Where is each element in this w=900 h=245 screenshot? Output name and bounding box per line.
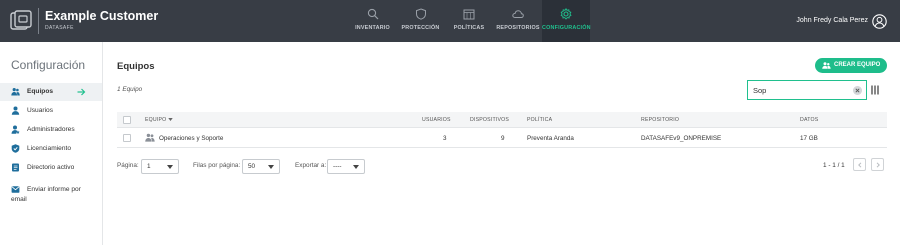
- record-count: 1 Equipo: [117, 86, 143, 93]
- export-select-value: ----: [333, 163, 342, 170]
- page-label: Página:: [117, 162, 139, 169]
- calendar-icon: [463, 9, 475, 20]
- nav-tab-configuracion[interactable]: CONFIGURACIÓN: [542, 0, 591, 42]
- nav-tab-inventario[interactable]: INVENTARIO: [344, 0, 401, 42]
- sidebar-item-enviar-informe[interactable]: Enviar informe por email: [0, 182, 102, 210]
- create-team-label: CREAR EQUIPO: [834, 62, 881, 68]
- column-header-repositorio[interactable]: REPOSITORIO: [641, 117, 679, 123]
- clear-search-icon[interactable]: [853, 86, 862, 95]
- table-header: EQUIPO USUARIOS DISPOSITIVOS POLÍTICA RE…: [117, 112, 887, 128]
- gear-icon: [560, 8, 572, 20]
- chevron-left-icon: [858, 162, 862, 168]
- sidebar-item-label: Administradores: [27, 126, 75, 133]
- sidebar-item-licenciamiento[interactable]: Licenciamiento: [0, 140, 102, 158]
- page-select-value: 1: [147, 163, 151, 170]
- column-header-equipo[interactable]: EQUIPO: [145, 117, 166, 123]
- nav-tab-proteccion[interactable]: PROTECCIÓN: [401, 0, 440, 42]
- nav-tab-label: POLÍTICAS: [453, 25, 485, 31]
- nav-tab-label: PROTECCIÓN: [401, 25, 440, 31]
- nav-tab-label: REPOSITORIOS: [496, 25, 540, 31]
- cell-datos: 17 GB: [800, 135, 818, 142]
- team-icon: [11, 88, 20, 96]
- admin-icon: [11, 125, 20, 134]
- rows-per-page-select[interactable]: 50: [242, 159, 280, 174]
- export-label: Exportar a:: [295, 162, 327, 169]
- license-icon: [11, 144, 20, 153]
- user-icon: [11, 106, 20, 115]
- search-input[interactable]: Sop: [747, 80, 867, 100]
- page-title: Equipos: [117, 61, 155, 72]
- column-header-datos[interactable]: DATOS: [800, 117, 818, 123]
- row-checkbox[interactable]: [123, 134, 131, 142]
- cell-dispositivos: 9: [501, 135, 505, 142]
- app-title: Example Customer: [45, 9, 159, 23]
- sidebar-item-label: Equipos: [27, 88, 54, 95]
- sidebar-item-label: Directorio activo: [27, 164, 75, 171]
- cloud-icon: [512, 10, 524, 18]
- sidebar-item-usuarios[interactable]: Usuarios: [0, 102, 102, 120]
- pagination-range: 1 - 1 / 1: [823, 162, 845, 169]
- shield-icon: [415, 8, 426, 20]
- sidebar-item-equipos[interactable]: Equipos: [0, 83, 102, 101]
- search-icon: [367, 8, 378, 20]
- column-header-usuarios[interactable]: USUARIOS: [422, 117, 451, 123]
- export-select[interactable]: ----: [327, 159, 365, 174]
- team-icon: [145, 133, 155, 142]
- chevron-down-icon: [167, 165, 173, 169]
- brand-divider: [38, 8, 39, 34]
- select-all-checkbox[interactable]: [123, 116, 131, 124]
- sidebar-item-label: Usuarios: [27, 107, 54, 114]
- column-header-dispositivos[interactable]: DISPOSITIVOS: [470, 117, 509, 123]
- nav-tab-repositorios[interactable]: REPOSITORIOS: [495, 0, 541, 42]
- add-team-icon: [822, 62, 831, 69]
- previous-page-button[interactable]: [853, 158, 866, 171]
- app-subtitle: DATASAFE: [45, 25, 74, 31]
- arrow-right-icon: [77, 88, 86, 96]
- sort-down-icon[interactable]: [168, 117, 173, 122]
- cell-politica: Preventa Aranda: [527, 135, 574, 142]
- cell-equipo[interactable]: Operaciones y Soporte: [159, 135, 223, 142]
- chevron-down-icon: [353, 165, 359, 169]
- user-name[interactable]: John Fredy Cala Perez: [796, 17, 868, 24]
- cell-usuarios: 3: [443, 135, 447, 142]
- rows-per-page-value: 50: [248, 163, 256, 170]
- nav-tab-label: INVENTARIO: [355, 25, 390, 31]
- chevron-down-icon: [268, 165, 274, 169]
- sidebar-item-label: Enviar informe por email: [11, 186, 81, 203]
- top-bar: Example Customer DATASAFE INVENTARIO PRO…: [0, 0, 900, 42]
- search-input-value: Sop: [753, 86, 767, 95]
- user-avatar-icon[interactable]: [872, 14, 887, 29]
- sidebar-item-directorio-activo[interactable]: Directorio activo: [0, 159, 102, 177]
- sidebar: Configuración Equipos Usuarios Administr…: [0, 42, 103, 245]
- rows-per-page-label: Filas por página:: [193, 162, 241, 169]
- sidebar-item-label: Licenciamiento: [27, 145, 71, 152]
- nav-tab-label: CONFIGURACIÓN: [542, 25, 591, 31]
- chevron-right-icon: [876, 162, 880, 168]
- next-page-button[interactable]: [871, 158, 884, 171]
- create-team-button[interactable]: CREAR EQUIPO: [815, 58, 887, 73]
- directory-icon: [12, 163, 19, 172]
- sidebar-title: Configuración: [11, 58, 86, 72]
- nav-tab-politicas[interactable]: POLÍTICAS: [448, 0, 490, 42]
- datasafe-logo-icon: [10, 10, 32, 30]
- columns-icon[interactable]: [871, 85, 879, 95]
- cell-repositorio: DATASAFEv9_ONPREMISE: [641, 135, 722, 142]
- table-row[interactable]: Operaciones y Soporte 3 9 Preventa Arand…: [117, 129, 887, 148]
- sidebar-item-administradores[interactable]: Administradores: [0, 121, 102, 139]
- column-header-politica[interactable]: POLÍTICA: [527, 117, 552, 123]
- page-select[interactable]: 1: [141, 159, 179, 174]
